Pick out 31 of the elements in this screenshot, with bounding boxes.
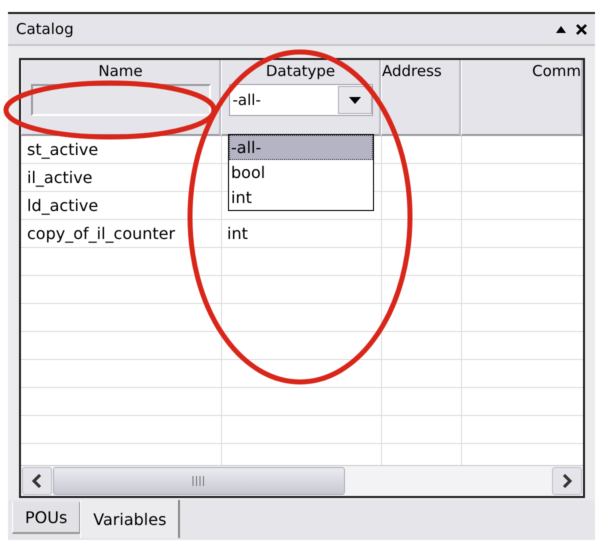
table-cell-text: int	[226, 223, 249, 245]
tab[interactable]: Variables	[80, 500, 180, 538]
column-header[interactable]: Address	[381, 60, 461, 136]
scroll-left-button[interactable]	[22, 467, 52, 495]
chevron-right-icon	[562, 474, 572, 488]
collapse-icon[interactable]	[556, 26, 566, 32]
column-header[interactable]: Comm	[461, 60, 583, 136]
caret-down-icon	[348, 96, 360, 104]
horizontal-scrollbar[interactable]	[21, 465, 583, 496]
table-cell-text: st_active	[26, 139, 100, 161]
combo-value: -all-	[232, 91, 261, 109]
dropdown-arrow-button[interactable]	[338, 86, 372, 114]
dropdown-option[interactable]: int	[229, 185, 373, 210]
scrollbar-thumb[interactable]	[53, 467, 345, 495]
table-cell-text: copy_of_il_counter	[26, 223, 176, 245]
column-title: Datatype	[266, 62, 336, 80]
panel-title: Catalog	[16, 20, 74, 38]
column-header[interactable]: Name	[21, 60, 221, 136]
table-cell-text: il_active	[26, 167, 94, 189]
tab[interactable]: POUs	[12, 502, 80, 534]
close-icon[interactable]	[576, 24, 587, 34]
dropdown-option[interactable]: bool	[229, 160, 373, 185]
chevron-left-icon	[32, 474, 42, 488]
column-title: Comm	[532, 62, 581, 80]
column-title: Address	[382, 62, 442, 80]
datatype-filter-dropdown[interactable]: -all-	[228, 84, 372, 116]
dropdown-option[interactable]: -all-	[229, 135, 373, 160]
table-cell-text: ld_active	[26, 195, 100, 217]
column-title: Name	[98, 62, 143, 80]
scroll-right-button[interactable]	[552, 467, 582, 495]
grip-icon	[192, 476, 206, 486]
